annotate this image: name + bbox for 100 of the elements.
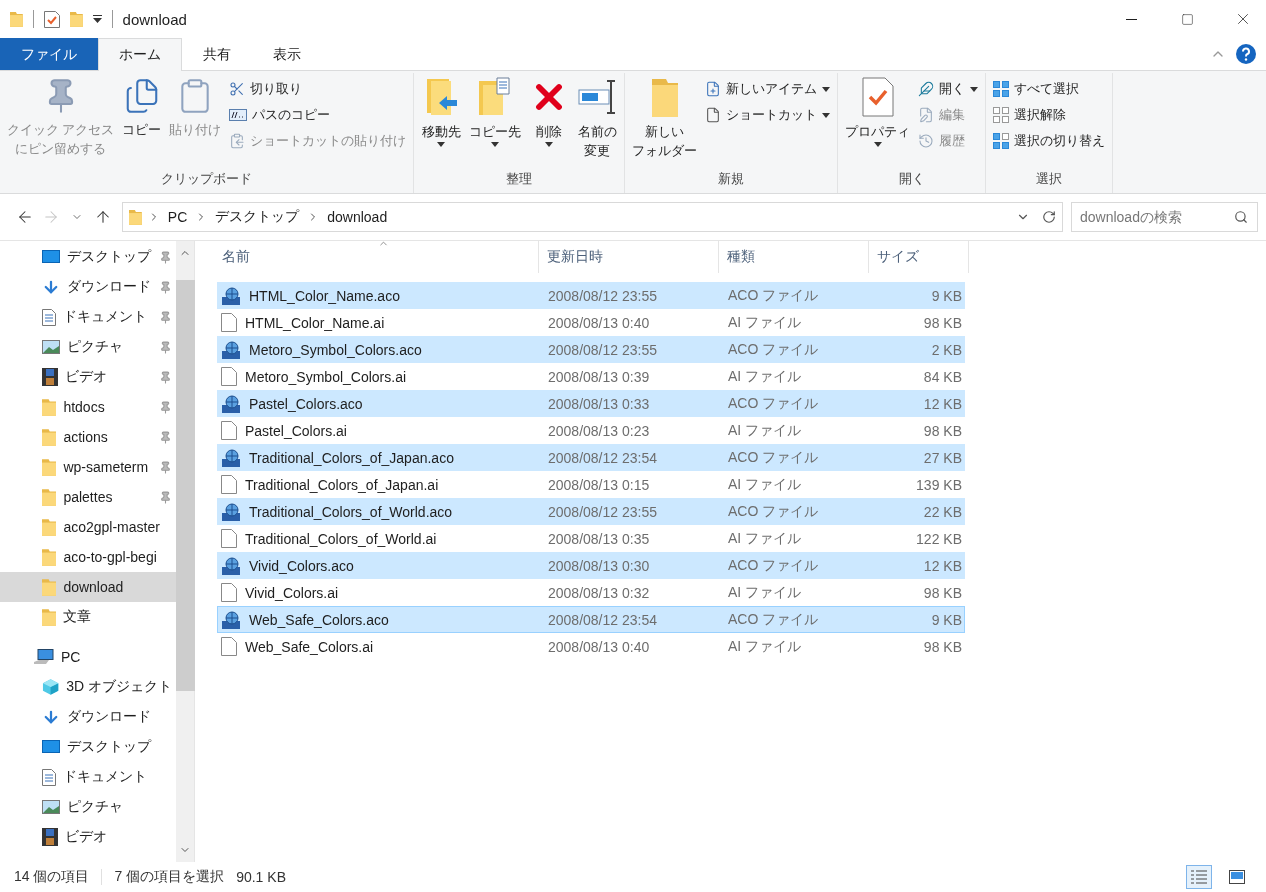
table-cell-text: 2008/08/13 0:33 xyxy=(547,395,650,412)
nav-item[interactable]: ドキュメント xyxy=(0,762,176,792)
ribbon-button[interactable]: 開く xyxy=(915,77,982,101)
landscape-picture-icon xyxy=(42,340,60,354)
ribbon-tab[interactable]: 共有 xyxy=(182,38,252,70)
nav-item[interactable]: download xyxy=(0,572,176,602)
ribbon-button[interactable]: 新しい フォルダー xyxy=(629,73,701,161)
ribbon-button[interactable]: 新しいアイテム xyxy=(702,77,834,101)
table-cell-text: ACO ファイル xyxy=(727,340,819,359)
pin-icon xyxy=(159,460,172,474)
file-row[interactable]: Traditional_Colors_of_World.aco 2008/08/12 23:55 ACO ファイル 22 KB xyxy=(217,498,965,525)
folder-icon xyxy=(42,458,57,476)
table-cell-text: ACO ファイル xyxy=(727,610,819,629)
breadcrumb[interactable]: download xyxy=(325,209,390,225)
column-header[interactable]: 更新日時 xyxy=(539,241,719,273)
file-row[interactable]: Traditional_Colors_of_World.ai 2008/08/13 0:35 AI ファイル 122 KB xyxy=(217,525,965,552)
nav-item[interactable]: ビデオ xyxy=(0,362,176,392)
folder-icon xyxy=(42,608,57,626)
swatch-file-icon xyxy=(221,393,241,414)
large-icons-view-icon xyxy=(1229,870,1245,884)
ribbon-button[interactable]: 名前の 変更 xyxy=(574,73,621,161)
nav-item[interactable]: ダウンロード xyxy=(0,272,176,302)
ribbon-button[interactable]: 削除 xyxy=(526,73,573,147)
checklist-icon xyxy=(860,77,896,117)
ribbon-button[interactable]: 移動先 xyxy=(418,73,465,147)
file-row[interactable]: Pastel_Colors.ai 2008/08/13 0:23 AI ファイル 98 KB xyxy=(217,417,965,444)
group-label: 選択 xyxy=(1036,170,1063,188)
table-cell-text: 98 KB xyxy=(923,422,963,439)
nav-item[interactable]: htdocs xyxy=(0,392,176,422)
ribbon-tab[interactable]: ファイル xyxy=(0,38,98,70)
file-row[interactable]: Metoro_Symbol_Colors.ai 2008/08/13 0:39 AI ファイル 84 KB xyxy=(217,363,965,390)
table-cell-text: 2008/08/12 23:55 xyxy=(547,287,657,304)
file-row[interactable]: Web_Safe_Colors.ai 2008/08/13 0:40 AI ファイル 98 KB xyxy=(217,633,965,660)
ribbon-button[interactable]: コピー xyxy=(119,73,165,140)
table-cell-text: 2008/08/13 0:23 xyxy=(547,422,650,439)
pin-icon xyxy=(159,310,172,324)
file-row[interactable]: Vivid_Colors.ai 2008/08/13 0:32 AI ファイル 98 KB xyxy=(217,579,965,606)
nav-item[interactable]: ドキュメント xyxy=(0,302,176,332)
label-icon xyxy=(229,109,248,121)
nav-item[interactable]: 3D オブジェクト xyxy=(0,672,176,702)
ribbon-tab[interactable]: ホーム xyxy=(98,38,182,71)
table-cell-text: ACO ファイル xyxy=(727,448,819,467)
nav-item[interactable]: デスクトップ xyxy=(0,732,176,762)
scrollbar-thumb[interactable] xyxy=(175,280,195,691)
file-row[interactable]: Vivid_Colors.aco 2008/08/13 0:30 ACO ファイル 12 KB xyxy=(217,552,965,579)
nav-item[interactable]: actions xyxy=(0,422,176,452)
caret-icon xyxy=(437,142,446,147)
landscape-picture-icon xyxy=(42,800,60,814)
breadcrumb[interactable]: PC xyxy=(165,209,190,225)
file-row[interactable]: Metoro_Symbol_Colors.aco 2008/08/12 23:55 ACO ファイル 2 KB xyxy=(217,336,965,363)
folder-icon xyxy=(10,11,23,27)
ribbon-button[interactable]: パスのコピー xyxy=(226,103,410,127)
table-cell-text: 2008/08/12 23:55 xyxy=(547,503,657,520)
file-name: Vivid_Colors.aco xyxy=(249,557,354,574)
ribbon-button[interactable]: 選択解除 xyxy=(990,103,1109,127)
nav-item[interactable]: 文章 xyxy=(0,602,176,632)
swatch-file-icon xyxy=(221,339,241,360)
documents-icon xyxy=(705,81,722,97)
nav-item[interactable]: デスクトップ xyxy=(0,242,176,272)
address-bar[interactable]: PC デスクトップ download xyxy=(122,202,1063,232)
file-row[interactable]: Pastel_Colors.aco 2008/08/13 0:33 ACO ファイル 12 KB xyxy=(217,390,965,417)
table-cell-text: 9 KB xyxy=(931,611,963,628)
file-row[interactable]: Traditional_Colors_of_Japan.aco 2008/08/12 23:54 ACO ファイル 27 KB xyxy=(217,444,965,471)
nav-item[interactable]: wp-sameterm xyxy=(0,452,176,482)
table-cell-text: ACO ファイル xyxy=(727,502,819,521)
table-cell-text: 2008/08/13 0:15 xyxy=(547,476,650,493)
caret-icon xyxy=(822,112,831,118)
column-header[interactable]: 種類 xyxy=(719,241,869,273)
file-row[interactable]: Web_Safe_Colors.aco 2008/08/12 23:54 ACO ファイル 9 KB xyxy=(217,606,965,633)
dropdown-caret-icon[interactable] xyxy=(92,15,102,23)
column-header[interactable]: サイズ xyxy=(869,241,969,273)
ribbon-button[interactable]: プロパティ xyxy=(842,73,914,147)
ribbon-button[interactable]: すべて選択 xyxy=(990,77,1109,101)
ribbon-button[interactable]: ショートカット xyxy=(702,103,834,127)
nav-item[interactable]: PC xyxy=(0,642,176,672)
ribbon-button[interactable]: 切り取り xyxy=(226,77,410,101)
nav-item[interactable]: ダウンロード xyxy=(0,702,176,732)
clipboard-icon xyxy=(229,133,246,149)
search-icon xyxy=(1234,210,1248,224)
nav-item[interactable]: aco2gpl-master xyxy=(0,512,176,542)
ribbon-button[interactable]: コピー先 xyxy=(466,73,525,147)
nav-item[interactable]: ビデオ xyxy=(0,822,176,852)
nav-item[interactable]: ピクチャ xyxy=(0,792,176,822)
search-field[interactable]: downloadの検索 xyxy=(1071,202,1258,232)
column-header[interactable]: 名前 xyxy=(217,241,539,273)
file-row[interactable]: HTML_Color_Name.ai 2008/08/13 0:40 AI ファイル 98 KB xyxy=(217,309,965,336)
scrollbar[interactable] xyxy=(176,241,195,862)
ribbon-button[interactable]: 選択の切り替え xyxy=(990,129,1109,153)
nav-item[interactable]: palettes xyxy=(0,482,176,512)
breadcrumb[interactable]: デスクトップ xyxy=(213,208,302,226)
caret-icon xyxy=(874,142,882,147)
refresh-icon xyxy=(1042,210,1056,224)
checklist-icon[interactable] xyxy=(43,10,60,28)
nav-item[interactable]: ピクチャ xyxy=(0,332,176,362)
help-icon[interactable] xyxy=(1236,44,1256,64)
ribbon-tab[interactable]: 表示 xyxy=(252,38,322,70)
file-row[interactable]: Traditional_Colors_of_Japan.ai 2008/08/13 0:15 AI ファイル 139 KB xyxy=(217,471,965,498)
nav-item[interactable]: aco-to-gpl-begi xyxy=(0,542,176,572)
table-cell-text: 9 KB xyxy=(931,287,963,304)
file-row[interactable]: HTML_Color_Name.aco 2008/08/12 23:55 ACO ファイル 9 KB xyxy=(217,282,965,309)
